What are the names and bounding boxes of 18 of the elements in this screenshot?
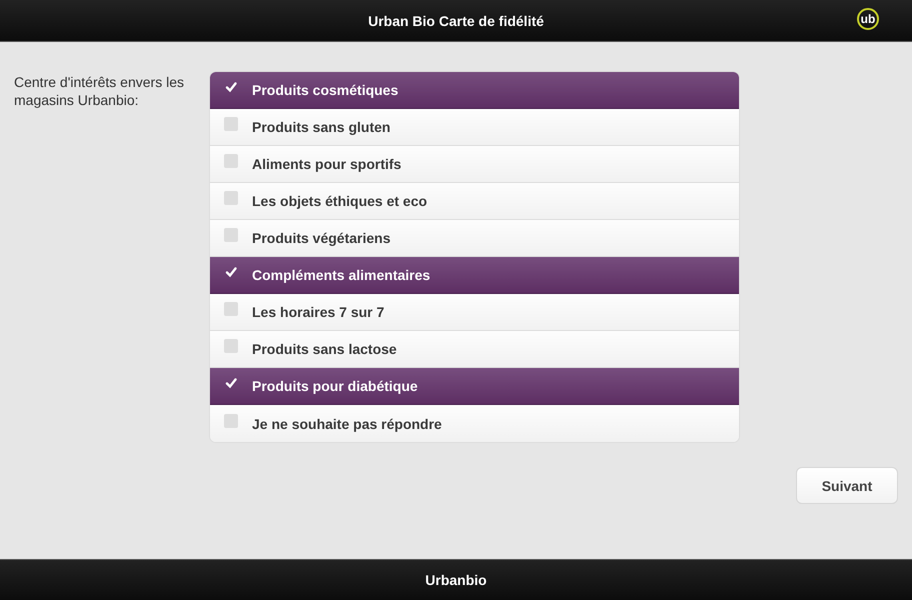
footer-title: Urbanbio — [425, 572, 487, 588]
option-item[interactable]: Compléments alimentaires — [210, 257, 739, 294]
checkmark-icon — [224, 265, 238, 279]
checkbox[interactable] — [224, 339, 238, 353]
checkbox[interactable] — [224, 191, 238, 205]
checkbox[interactable] — [224, 117, 238, 131]
checkmark-icon — [224, 80, 238, 94]
option-item[interactable]: Produits cosmétiques — [210, 72, 739, 109]
question-label: Centre d'intérêts envers les magasins Urbanbio: — [14, 73, 185, 110]
option-item[interactable]: Produits pour diabétique — [210, 368, 739, 405]
checkbox[interactable] — [224, 302, 238, 316]
checkbox[interactable] — [224, 228, 238, 242]
checkbox[interactable] — [224, 414, 238, 428]
logo: ub — [857, 8, 879, 30]
next-button[interactable]: Suivant — [796, 467, 898, 504]
checkbox[interactable] — [224, 154, 238, 168]
checkmark-icon — [224, 376, 238, 390]
header-title: Urban Bio Carte de fidélité — [368, 12, 544, 28]
